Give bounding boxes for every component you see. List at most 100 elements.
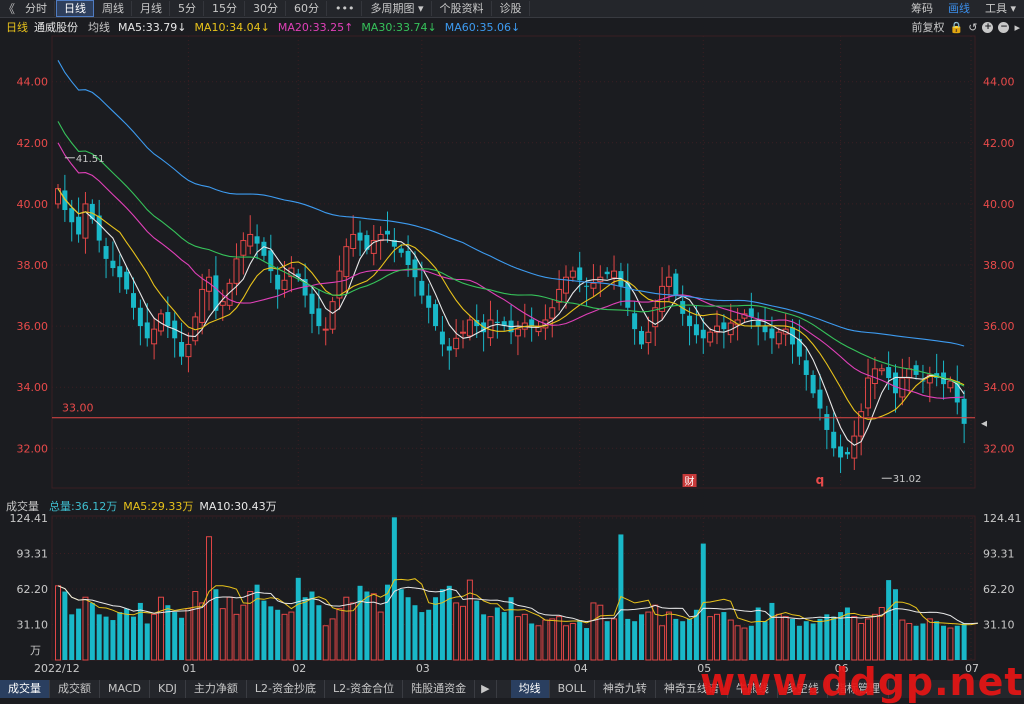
bottom-tab-3[interactable]: KDJ (150, 680, 186, 698)
candle-body (810, 374, 816, 394)
volume-bar (865, 618, 872, 661)
volume-bar (775, 613, 782, 661)
volume-bar (790, 618, 796, 660)
volume-bar (796, 625, 802, 660)
volume-tick-right: 62.20 (983, 583, 1015, 596)
candle-body (865, 377, 872, 409)
volume-bar (838, 612, 844, 660)
overlay-tab-1[interactable]: BOLL (550, 680, 595, 698)
volume-bar (481, 614, 487, 660)
price-tick-right: 44.00 (983, 76, 1015, 89)
volume-bar (886, 580, 892, 660)
volume-bar (275, 609, 281, 660)
candle-body (665, 276, 672, 287)
price-tick-left: 40.00 (17, 198, 49, 211)
candle-body (569, 270, 576, 278)
volume-bar (124, 608, 130, 660)
volume-bar (433, 597, 439, 660)
volume-bar (625, 618, 631, 660)
price-tick-left: 44.00 (17, 76, 49, 89)
volume-bar (322, 625, 329, 661)
volume-bar (460, 605, 467, 661)
candle-body (419, 280, 425, 296)
overlay-tab-0[interactable]: 均线 (510, 680, 550, 698)
volume-bar (309, 591, 315, 660)
volume-bar (892, 589, 898, 660)
candle-body (906, 368, 913, 379)
kline-chart[interactable]: 33.00 41.51 31.02 财 q 32.00 32.00 34.00 34.00 36… (0, 0, 1024, 698)
candle-body (769, 328, 775, 339)
bottom-tab-5[interactable]: L2-资金抄底 (247, 680, 326, 698)
candle-body (604, 271, 610, 275)
volume-bar (288, 611, 295, 661)
volume-title[interactable]: 成交量 (6, 498, 39, 514)
volume-bar (569, 622, 576, 661)
candle-body (151, 328, 158, 345)
candle-body (117, 266, 123, 278)
volume-bar (920, 623, 926, 660)
candle-body (878, 368, 885, 372)
volume-bar (741, 627, 748, 661)
date-label: 2022/12 (34, 662, 80, 675)
bottom-tab-2[interactable]: MACD (100, 680, 150, 698)
candle-body (755, 320, 761, 327)
volume-bar (103, 616, 109, 660)
volume-bar (144, 623, 150, 660)
candle-body (179, 341, 185, 357)
volume-bar (179, 617, 185, 660)
volume-bar (941, 625, 947, 660)
candle-body (961, 398, 967, 424)
bottom-tab-4[interactable]: 主力净额 (186, 680, 247, 698)
overlay-tab-2[interactable]: 神奇九转 (595, 680, 656, 698)
volume-tick-left: 93.31 (17, 547, 49, 560)
volume-bar (680, 621, 686, 660)
extreme-label: 41.51 (76, 154, 105, 165)
volume-bar (782, 616, 789, 661)
candle-body (316, 308, 322, 327)
volume-bar (844, 607, 850, 660)
volume-bar (377, 611, 384, 661)
candle-body (824, 414, 830, 430)
volume-bar (714, 613, 721, 661)
volume-bar (343, 596, 350, 661)
candle-body (838, 446, 844, 458)
candle-body (871, 368, 878, 385)
candle-body (851, 435, 858, 459)
volume-bar (419, 612, 425, 660)
volume-bar (110, 620, 116, 660)
price-tick-left: 36.00 (17, 320, 49, 333)
bottom-tab-6[interactable]: L2-资金合位 (325, 680, 404, 698)
volume-bar (219, 608, 226, 661)
volume-bar (199, 602, 206, 661)
volume-bar (590, 602, 597, 661)
bottom-tab-0[interactable]: 成交量 (0, 680, 50, 698)
date-label: 02 (292, 662, 306, 675)
volume-bar (233, 613, 240, 661)
volume-bar (295, 577, 301, 660)
candle-body (466, 319, 473, 337)
volume-bar (803, 621, 809, 660)
volume-bar (240, 604, 247, 661)
bottom-tab-1[interactable]: 成交额 (50, 680, 100, 698)
candle-body (453, 337, 460, 350)
candle-body (144, 322, 150, 339)
volume-bar (529, 623, 535, 660)
next-icon[interactable]: ▶ (475, 680, 497, 698)
volume-bar (261, 600, 267, 660)
candle-body (199, 288, 206, 323)
candle-body (460, 331, 467, 334)
volume-tick-left: 31.10 (17, 619, 49, 632)
price-tick-right: 40.00 (983, 198, 1015, 211)
candle-body (69, 208, 75, 223)
bottom-tab-7[interactable]: 陆股通资金 (403, 680, 476, 698)
candle-body (82, 203, 89, 239)
price-tick-left: 38.00 (17, 259, 49, 272)
volume-tick-left: 62.20 (17, 583, 49, 596)
volume-bar (426, 609, 432, 660)
candle-body (261, 241, 267, 256)
price-panel-border (51, 35, 976, 489)
volume-bar (213, 589, 219, 660)
candle-body (322, 328, 329, 331)
volume-bar (913, 625, 919, 660)
volume-bar (748, 625, 754, 660)
